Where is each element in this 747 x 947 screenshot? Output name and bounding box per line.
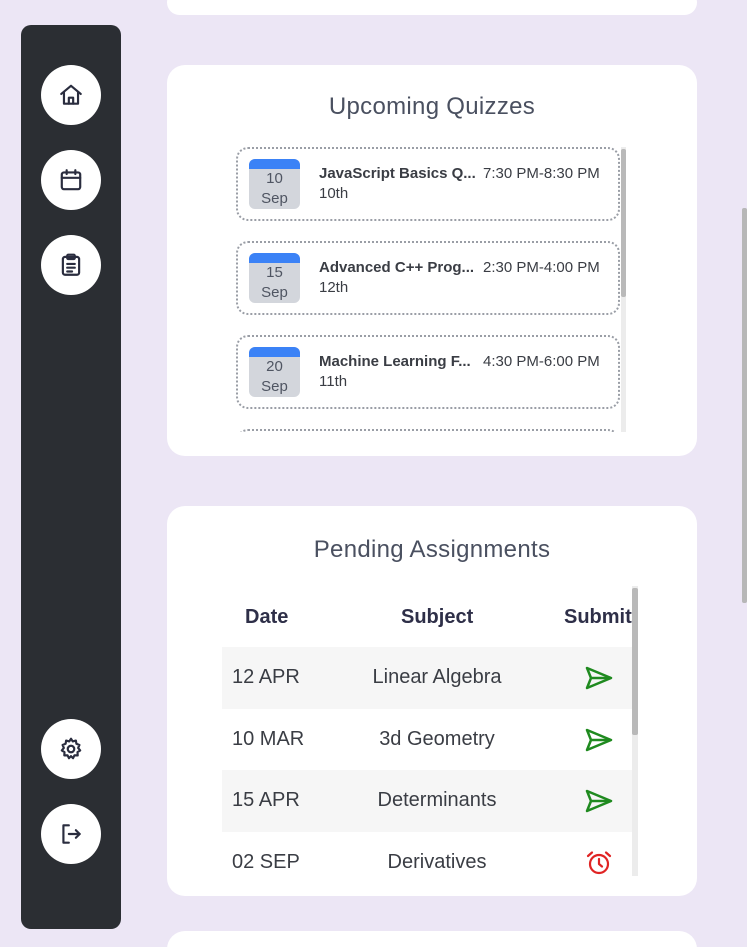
quiz-name: Advanced C++ Prog... <box>319 259 475 276</box>
upcoming-quizzes-title: Upcoming Quizzes <box>328 93 536 120</box>
quiz-item-partial[interactable] <box>236 429 620 432</box>
quiz-item[interactable]: 15 Sep Advanced C++ Prog... 2:30 PM-4:00… <box>236 241 620 315</box>
column-header-subject: Subject <box>401 606 474 628</box>
assignment-date: 10 MAR <box>232 728 305 750</box>
quiz-month: Sep <box>261 284 288 301</box>
nav-logout-button[interactable] <box>41 804 101 864</box>
calendar-badge-header <box>249 347 300 357</box>
home-icon <box>60 84 82 105</box>
calendar-icon <box>60 169 82 191</box>
quiz-item[interactable]: 20 Sep Machine Learning F... 4:30 PM-6:0… <box>236 335 620 409</box>
calendar-date-badge: 10 Sep <box>249 159 300 209</box>
nav-home-button[interactable] <box>41 65 101 125</box>
calendar-date-badge: 15 Sep <box>249 253 300 303</box>
calendar-badge-header <box>249 159 300 169</box>
quiz-day: 10 <box>266 170 283 187</box>
upcoming-quizzes-card: Upcoming Quizzes 10 Sep JavaScript Basic… <box>167 65 697 456</box>
assignment-date: 02 SEP <box>232 851 300 873</box>
quiz-day: 15 <box>266 264 283 281</box>
column-header-submit: Submit <box>564 606 632 628</box>
gear-icon <box>60 737 82 760</box>
send-icon <box>585 666 613 690</box>
pending-assignments-card: Pending Assignments Date Subject Submit … <box>167 506 697 896</box>
assignment-subject: Linear Algebra <box>372 666 502 688</box>
submit-button[interactable] <box>584 787 614 815</box>
card-above-partial <box>167 0 697 15</box>
quiz-month: Sep <box>261 378 288 395</box>
nav-settings-button[interactable] <box>41 719 101 779</box>
page-scrollbar[interactable] <box>742 208 747 603</box>
quiz-month: Sep <box>261 190 288 207</box>
assignment-subject: 3d Geometry <box>379 728 495 750</box>
quiz-name: Machine Learning F... <box>319 353 471 370</box>
send-icon <box>585 789 613 813</box>
quiz-list-scroll-thumb[interactable] <box>621 149 626 297</box>
quiz-subtext: 10th <box>319 185 349 202</box>
send-icon <box>585 728 613 752</box>
assignment-subject: Determinants <box>377 789 497 811</box>
sidebar <box>21 25 121 929</box>
assignment-date: 15 APR <box>232 789 300 811</box>
nav-calendar-button[interactable] <box>41 150 101 210</box>
card-below-partial <box>167 931 697 947</box>
table-row: 10 MAR 3d Geometry <box>222 709 632 771</box>
submit-button[interactable] <box>584 664 614 692</box>
quiz-subtext: 12th <box>319 279 349 296</box>
table-row: 15 APR Determinants <box>222 770 632 832</box>
assignments-scroll-thumb[interactable] <box>632 588 638 735</box>
table-row: 02 SEP Derivatives <box>222 832 632 876</box>
quiz-item[interactable]: 10 Sep JavaScript Basics Q... 7:30 PM-8:… <box>236 147 620 221</box>
clipboard-icon <box>61 253 81 276</box>
table-row: 12 APR Linear Algebra <box>222 647 632 709</box>
quiz-time: 4:30 PM-6:00 PM <box>483 353 600 370</box>
submit-button[interactable] <box>584 726 614 754</box>
quiz-list[interactable]: 10 Sep JavaScript Basics Q... 7:30 PM-8:… <box>236 145 628 432</box>
quiz-time: 2:30 PM-4:00 PM <box>483 259 600 276</box>
quiz-time: 7:30 PM-8:30 PM <box>483 165 600 182</box>
assignments-table[interactable]: Date Subject Submit 12 APR Linear Algebr… <box>222 586 642 876</box>
calendar-date-badge: 20 Sep <box>249 347 300 397</box>
pending-assignments-title: Pending Assignments <box>313 536 551 563</box>
quiz-subtext: 11th <box>319 373 348 390</box>
assignment-subject: Derivatives <box>387 851 487 873</box>
overdue-alarm-button[interactable] <box>584 849 614 876</box>
assignment-date: 12 APR <box>232 666 300 688</box>
column-header-date: Date <box>245 606 289 628</box>
quiz-day: 20 <box>266 358 283 375</box>
alarm-clock-icon <box>586 851 612 875</box>
quiz-name: JavaScript Basics Q... <box>319 165 476 182</box>
logout-icon <box>62 824 81 844</box>
nav-quizzes-button[interactable] <box>41 235 101 295</box>
calendar-badge-header <box>249 253 300 263</box>
